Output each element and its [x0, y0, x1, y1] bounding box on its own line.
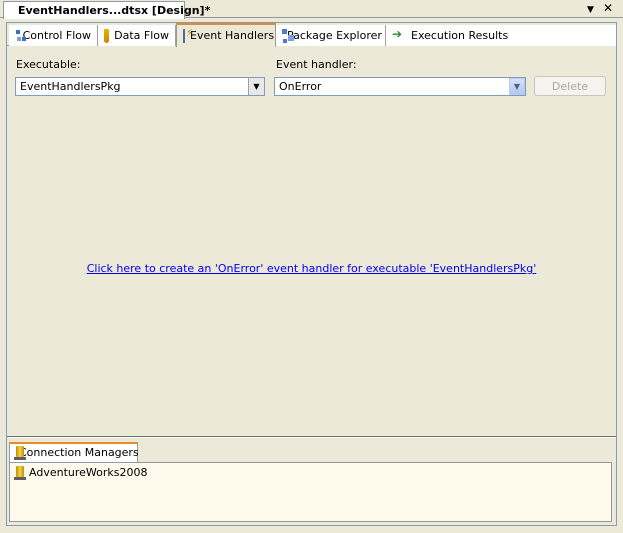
executable-label: Executable: — [16, 58, 81, 71]
close-icon[interactable]: ✕ — [603, 2, 613, 14]
event-handlers-icon — [183, 28, 193, 43]
tab-control-flow[interactable]: Control Flow — [9, 25, 98, 46]
tab-label: Package Explorer — [287, 29, 382, 42]
event-handler-label: Event handler: — [276, 58, 357, 71]
tab-label: Event Handlers — [190, 29, 275, 42]
connection-managers-panel: AdventureWorks2008 — [9, 462, 612, 522]
designer-tabs: Control Flow Data Flow Event Handlers Pa… — [7, 23, 616, 47]
chevron-down-icon[interactable]: ▼ — [248, 78, 264, 95]
event-handler-value: OnError — [279, 80, 322, 93]
chevron-down-icon[interactable]: ▼ — [509, 78, 525, 95]
connection-manager-name: AdventureWorks2008 — [29, 466, 148, 479]
document-tab[interactable]: EventHandlers...dtsx [Design]* — [3, 1, 210, 19]
tab-data-flow[interactable]: Data Flow — [98, 25, 176, 46]
package-designer: Control Flow Data Flow Event Handlers Pa… — [6, 22, 617, 526]
connection-manager-icon — [14, 466, 26, 481]
tab-label: Connection Managers — [19, 446, 139, 459]
dropdown-arrow-icon[interactable]: ▼ — [587, 4, 594, 16]
control-flow-icon — [15, 29, 25, 43]
splitter[interactable] — [7, 436, 616, 438]
data-flow-icon — [104, 29, 110, 43]
delete-button[interactable]: Delete — [534, 76, 606, 96]
tab-label: Control Flow — [22, 29, 91, 42]
tab-label: Execution Results — [411, 29, 509, 42]
tab-label: Data Flow — [114, 29, 169, 42]
tab-package-explorer[interactable]: Package Explorer — [276, 25, 386, 46]
document-tab-strip: EventHandlers...dtsx [Design]* ▼ ✕ — [0, 0, 623, 19]
executable-combo[interactable]: EventHandlersPkg ▼ — [15, 77, 265, 96]
event-handler-combo[interactable]: OnError ▼ — [274, 77, 526, 96]
connection-manager-item[interactable]: AdventureWorks2008 — [14, 466, 147, 481]
executable-value: EventHandlersPkg — [20, 80, 121, 93]
create-event-handler-link[interactable]: Click here to create an 'OnError' event … — [7, 262, 616, 275]
tab-connection-managers[interactable]: Connection Managers — [9, 442, 139, 462]
execution-results-icon — [392, 27, 406, 43]
tab-event-handlers[interactable]: Event Handlers — [176, 23, 276, 47]
tab-execution-results[interactable]: Execution Results — [386, 25, 616, 46]
